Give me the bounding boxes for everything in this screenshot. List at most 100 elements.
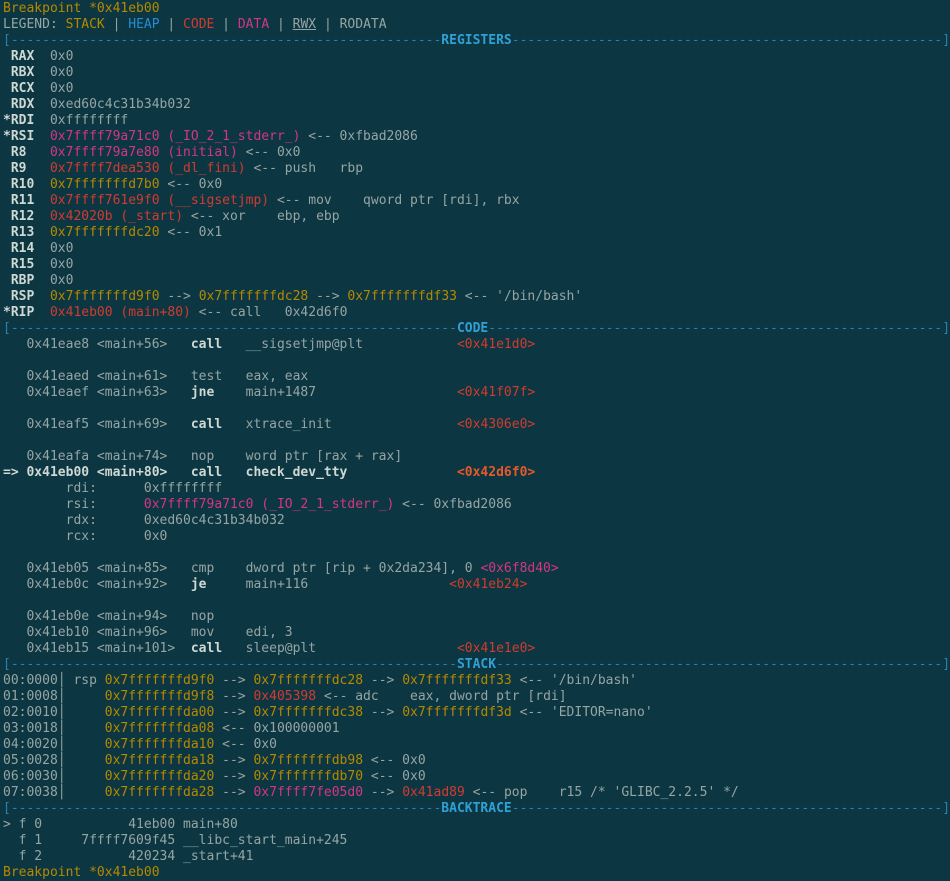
code-line-41eb10: 0x41eb10 <main+96> mov edi, 3 (3, 625, 950, 641)
blank (3, 353, 11, 368)
code-line-41eb0c: 0x41eb0c <main+92> je main+116 <0x41eb24… (3, 577, 950, 593)
register-row-r8: R8 0x7ffff79a7e80 (initial) <-- 0x0 (3, 145, 950, 161)
terminal-screen[interactable]: Breakpoint *0x41eb00LEGEND: STACK | HEAP… (0, 0, 950, 881)
separator-title: BACKTRACE (441, 801, 511, 816)
text-segment: --> (363, 673, 402, 688)
text-segment: <-- 0x0 (160, 177, 223, 192)
stack-row-06: 06:0030│ 0x7fffffffda20 --> 0x7fffffffdb… (3, 769, 950, 785)
text-segment: --> (363, 785, 402, 800)
register-row-r13: R13 0x7fffffffdc20 <-- 0x1 (3, 225, 950, 241)
backtrace-frame-1: f 1 7ffff7609f45 __libc_start_main+245 (3, 833, 950, 849)
text-segment: RDX (3, 97, 50, 112)
text-segment: <-- 0x1 (160, 225, 223, 240)
text-segment: <0x6f8d40> (480, 561, 558, 576)
text-segment: 0x7fffffffd7b0 (50, 177, 160, 192)
text-segment: RODATA (340, 17, 387, 32)
text-segment: <-- 'EDITOR=nano' (512, 705, 653, 720)
register-row-rcx: RCX 0x0 (3, 81, 950, 97)
code-line-41eafa: 0x41eafa <main+74> nop word ptr [rax + r… (3, 449, 950, 465)
text-segment: <0x41f07f> (457, 385, 535, 400)
text-segment: 0x41eaef <main+63> (3, 385, 191, 400)
separator-dashes: [---------------------------------------… (3, 801, 441, 816)
text-segment: --> (214, 769, 253, 784)
text-segment: --> (214, 785, 253, 800)
text-segment: R10 (3, 177, 50, 192)
text-segment: <0x4306e0> (457, 417, 535, 432)
blank (3, 593, 11, 608)
text-segment: Breakpoint *0x41eb00 (3, 1, 160, 16)
register-row-r12: R12 0x42020b (_start) <-- xor ebp, ebp (3, 209, 950, 225)
text-segment: 0x7fffffffdc20 (50, 225, 160, 240)
text-segment: 0x7fffffffda18 (105, 753, 215, 768)
text-segment: 01:0008│ (3, 689, 105, 704)
register-row-rsp: RSP 0x7fffffffd9f0 --> 0x7fffffffdc28 --… (3, 289, 950, 305)
text-segment: 0x7fffffffdc38 (253, 705, 363, 720)
text-segment: rsi: (3, 497, 144, 512)
text-segment: R14 (3, 241, 50, 256)
blank-line (3, 593, 950, 609)
text-segment: 00:0000│ rsp (3, 673, 105, 688)
section-separator-backtrace: [---------------------------------------… (3, 801, 950, 817)
text-segment: 0x0 (50, 241, 73, 256)
text-segment: 0x0 (50, 81, 73, 96)
text-segment: main+116 (207, 577, 450, 592)
text-segment: LEGEND: (3, 17, 66, 32)
text-segment: --> (363, 705, 402, 720)
text-segment: 07:0038│ (3, 785, 105, 800)
text-segment: --> (308, 289, 347, 304)
text-segment: <-- call 0x42d6f0 (191, 305, 348, 320)
text-segment: 0x0 (50, 273, 73, 288)
text-segment: 0x42020b (_start) (50, 209, 183, 224)
text-segment: 0x7fffffffdb70 (253, 769, 363, 784)
blank-line (3, 545, 950, 561)
text-segment: <-- xor ebp, ebp (183, 209, 340, 224)
text-segment: 0x7ffff761e9f0 (__sigsetjmp) (50, 193, 269, 208)
stack-row-07: 07:0038│ 0x7fffffffda28 --> 0x7ffff7fe05… (3, 785, 950, 801)
text-segment: 0x41eb00 (main+80) (50, 305, 191, 320)
text-segment: <-- 0x0 (214, 737, 277, 752)
text-segment: 0x405398 (253, 689, 316, 704)
text-segment: <-- 0x0 (238, 145, 301, 160)
text-segment: 0x7fffffffd9f0 (50, 289, 160, 304)
text-segment: | (105, 17, 128, 32)
text-segment: | (160, 17, 183, 32)
blank (3, 401, 11, 416)
text-segment: 0x41eb15 <main+101> (3, 641, 191, 656)
text-segment: __sigsetjmp@plt (222, 337, 457, 352)
code-arg-rcx: rcx: 0x0 (3, 529, 950, 545)
code-arg-rdi: rdi: 0xffffffff (3, 481, 950, 497)
text-segment: rcx: 0x0 (3, 529, 167, 544)
register-row-r15: R15 0x0 (3, 257, 950, 273)
text-segment: 0x0 (50, 257, 73, 272)
text-segment: <-- adc eax, dword ptr [rdi] (316, 689, 566, 704)
register-row-r9: R9 0x7ffff7dea530 (_dl_fini) <-- push rb… (3, 161, 950, 177)
text-segment: STACK (66, 17, 105, 32)
backtrace-frame-2: f 2 420234 _start+41 (3, 849, 950, 865)
code-arg-rsi: rsi: 0x7ffff79a71c0 (_IO_2_1_stderr_) <-… (3, 497, 950, 513)
stack-row-05: 05:0028│ 0x7fffffffda18 --> 0x7fffffffdb… (3, 753, 950, 769)
blank (3, 433, 11, 448)
text-segment: --> (214, 753, 253, 768)
text-segment: RWX (293, 17, 316, 32)
stack-row-03: 03:0018│ 0x7fffffffda08 <-- 0x100000001 (3, 721, 950, 737)
breakpoint-banner-top: Breakpoint *0x41eb00 (3, 1, 950, 17)
register-row-rdx: RDX 0xed60c4c31b34b032 (3, 97, 950, 113)
text-segment: call (191, 417, 222, 432)
text-segment: 0x41eaf5 <main+69> (3, 417, 191, 432)
text-segment: => 0x41eb00 <main+80> call check_dev_tty (3, 465, 457, 480)
text-segment: *RSI (3, 129, 50, 144)
text-segment: 0x7fffffffdf33 (402, 673, 512, 688)
text-segment: RBX (3, 65, 50, 80)
text-segment: <-- pop r15 /* 'GLIBC_2.2.5' */ (465, 785, 739, 800)
text-segment: sleep@plt (222, 641, 457, 656)
text-segment: 06:0030│ (3, 769, 105, 784)
text-segment: *RIP (3, 305, 50, 320)
text-segment: 0x7fffffffdf33 (347, 289, 457, 304)
separator-title: STACK (457, 657, 496, 672)
text-segment: --> (160, 289, 199, 304)
code-line-41eb0e: 0x41eb0e <main+94> nop (3, 609, 950, 625)
separator-dashes: [---------------------------------------… (3, 657, 457, 672)
legend-bar: LEGEND: STACK | HEAP | CODE | DATA | RWX… (3, 17, 950, 33)
breakpoint-banner-bottom: Breakpoint *0x41eb00 (3, 865, 950, 881)
text-segment: RSP (3, 289, 50, 304)
